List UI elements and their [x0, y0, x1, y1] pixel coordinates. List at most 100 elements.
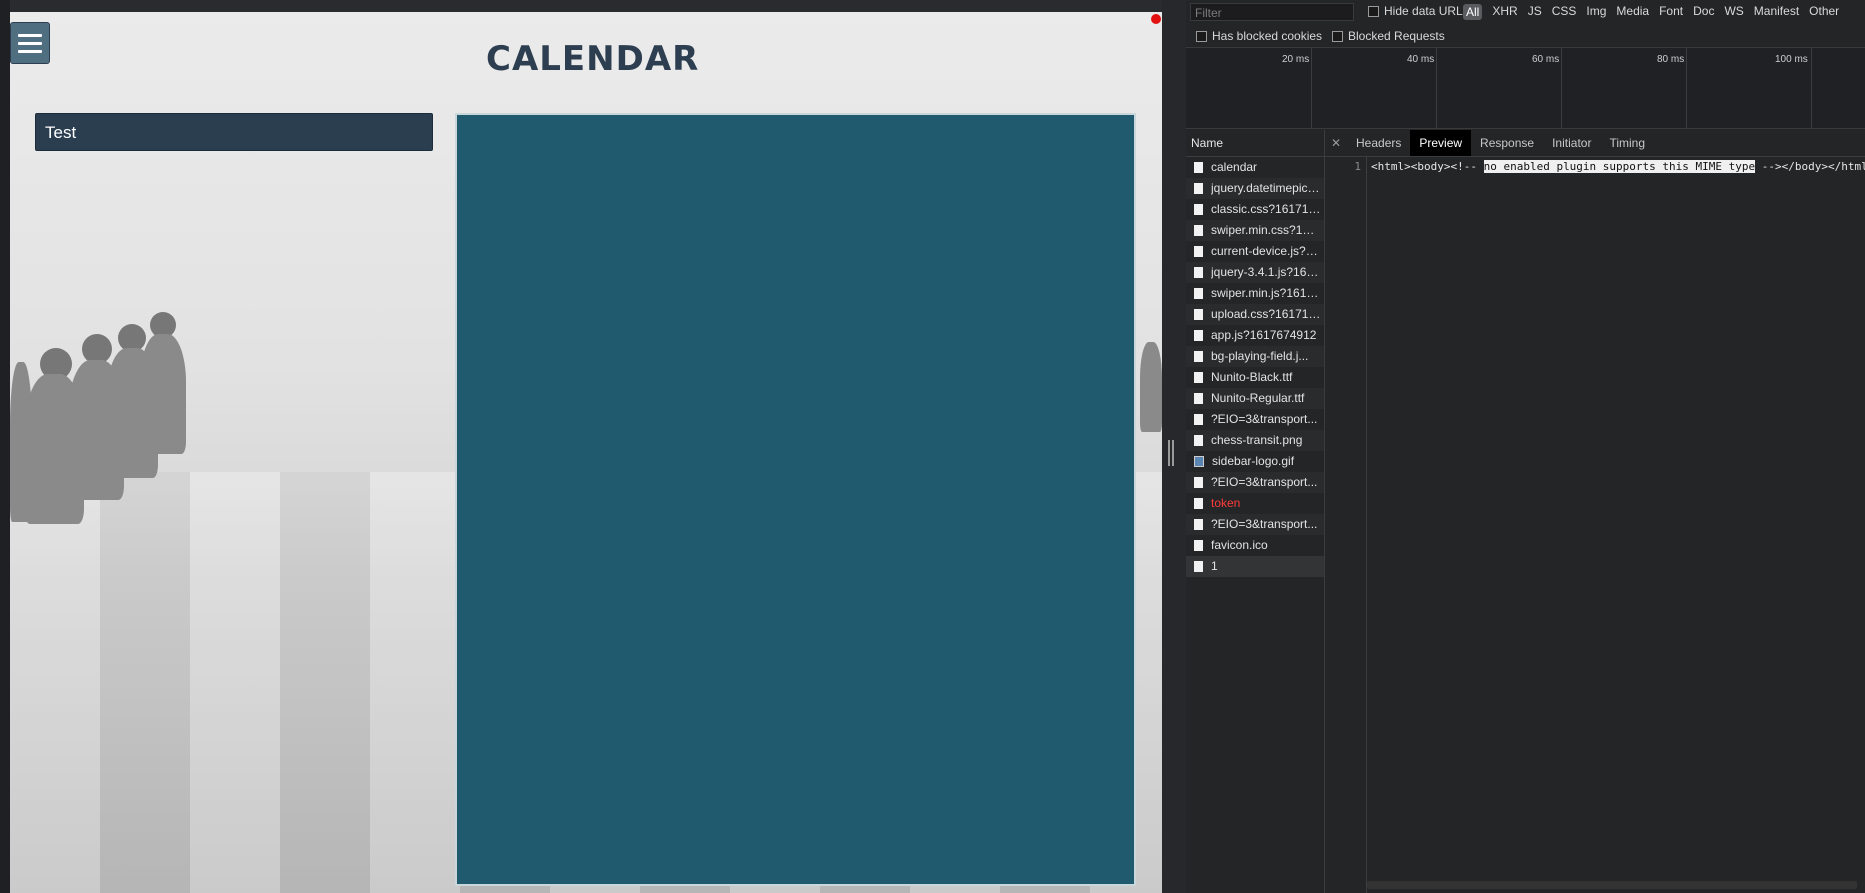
- name-column-header[interactable]: Name: [1186, 130, 1324, 157]
- network-timeline-overview[interactable]: 20 ms 40 ms 60 ms 80 ms 100 ms: [1186, 47, 1865, 129]
- preview-code-view[interactable]: 1 <html><body><!-- no enabled plugin sup…: [1325, 157, 1865, 893]
- timeline-label: 80 ms: [1657, 54, 1685, 65]
- web-page: CALENDAR Test: [10, 12, 1162, 893]
- horizontal-scrollbar[interactable]: [1367, 881, 1857, 889]
- code-prefix: <html><body><!--: [1371, 160, 1484, 173]
- request-row[interactable]: token: [1186, 493, 1324, 514]
- has-blocked-cookies-checkbox[interactable]: Has blocked cookies: [1196, 29, 1322, 43]
- code-suffix: --></body></html>: [1755, 160, 1865, 173]
- document-icon: [1194, 183, 1203, 194]
- resource-type-filters: All XHR JS CSS Img Media Font Doc WS Man…: [1463, 4, 1839, 20]
- request-row[interactable]: calendar: [1186, 157, 1324, 178]
- timeline-tick: [1436, 48, 1437, 128]
- checkbox-icon: [1332, 30, 1343, 42]
- request-row[interactable]: Nunito-Regular.ttf: [1186, 388, 1324, 409]
- timeline-label: 40 ms: [1407, 54, 1435, 65]
- menu-bar-icon: [18, 33, 42, 37]
- filter-css-button[interactable]: CSS: [1552, 4, 1577, 20]
- request-row[interactable]: ?EIO=3&transport...: [1186, 514, 1324, 535]
- filter-media-button[interactable]: Media: [1616, 4, 1649, 20]
- has-blocked-cookies-label: Has blocked cookies: [1212, 29, 1323, 43]
- filter-input[interactable]: Filter: [1190, 3, 1354, 21]
- request-name: jquery.datetimepicker.min.css: [1211, 181, 1321, 195]
- document-icon: [1194, 267, 1203, 278]
- request-name: app.js?1617674912: [1211, 328, 1317, 342]
- browser-top-strip: [0, 0, 1165, 12]
- request-detail-pane: ✕ Headers Preview Response Initiator Tim…: [1325, 130, 1865, 893]
- document-icon: [1194, 519, 1203, 530]
- document-icon: [1194, 372, 1203, 383]
- request-row[interactable]: favicon.ico: [1186, 535, 1324, 556]
- request-row[interactable]: jquery-3.4.1.js?161...: [1186, 262, 1324, 283]
- request-row[interactable]: app.js?1617674912: [1186, 325, 1324, 346]
- request-name: sidebar-logo.gif: [1212, 454, 1295, 468]
- request-row[interactable]: chess-transit.png: [1186, 430, 1324, 451]
- timeline-tick: [1686, 48, 1687, 128]
- calendar-panel[interactable]: [455, 113, 1136, 886]
- request-name: jquery-3.4.1.js?161...: [1211, 265, 1321, 279]
- line-number: 1: [1354, 160, 1361, 173]
- request-row[interactable]: swiper.min.js?1617...: [1186, 283, 1324, 304]
- filter-doc-button[interactable]: Doc: [1693, 4, 1714, 20]
- timeline-tick: [1311, 48, 1312, 128]
- splitter-grip-icon[interactable]: [1168, 440, 1174, 466]
- request-row[interactable]: upload.css?161715...: [1186, 304, 1324, 325]
- request-name: chess-transit.png: [1211, 433, 1303, 447]
- document-icon: [1194, 204, 1203, 215]
- filter-manifest-button[interactable]: Manifest: [1754, 4, 1799, 20]
- request-row[interactable]: current-device.js?1...: [1186, 241, 1324, 262]
- request-row[interactable]: bg-playing-field.j...: [1186, 346, 1324, 367]
- document-icon: [1194, 162, 1203, 173]
- request-row[interactable]: jquery.datetimepicker.min.css: [1186, 178, 1324, 199]
- request-row[interactable]: ?EIO=3&transport...: [1186, 472, 1324, 493]
- tab-preview[interactable]: Preview: [1410, 130, 1472, 156]
- request-row[interactable]: classic.css?1617187...: [1186, 199, 1324, 220]
- filter-font-button[interactable]: Font: [1659, 4, 1683, 20]
- page-title: CALENDAR: [486, 39, 700, 79]
- devtools-splitter[interactable]: [1162, 0, 1186, 893]
- sidebar-item-test[interactable]: Test: [35, 113, 433, 151]
- menu-bar-icon: [18, 41, 42, 45]
- request-name: current-device.js?1...: [1211, 244, 1321, 258]
- filter-xhr-button[interactable]: XHR: [1492, 4, 1517, 20]
- checkbox-icon: [1368, 5, 1379, 17]
- request-name: Nunito-Black.ttf: [1211, 370, 1293, 384]
- request-name-list: Name calendar jquery.datetimepicker.min.c…: [1186, 130, 1325, 893]
- tab-response[interactable]: Response: [1471, 130, 1543, 156]
- document-icon: [1194, 393, 1203, 404]
- tab-timing[interactable]: Timing: [1600, 130, 1654, 156]
- timeline-tick: [1811, 48, 1812, 128]
- blocked-requests-checkbox[interactable]: Blocked Requests: [1332, 29, 1445, 43]
- code-highlight: no enabled plugin supports this MIME typ…: [1483, 160, 1756, 173]
- request-row[interactable]: ?EIO=3&transport...: [1186, 409, 1324, 430]
- timeline-label: 20 ms: [1282, 54, 1310, 65]
- document-icon: [1194, 330, 1203, 341]
- request-row[interactable]: sidebar-logo.gif: [1186, 451, 1324, 472]
- document-icon: [1194, 288, 1203, 299]
- hide-data-urls-checkbox[interactable]: Hide data URLs: [1368, 4, 1469, 18]
- tab-initiator[interactable]: Initiator: [1543, 130, 1600, 156]
- request-row[interactable]: swiper.min.css?161...: [1186, 220, 1324, 241]
- document-icon: [1194, 498, 1203, 509]
- close-icon[interactable]: ✕: [1325, 136, 1347, 150]
- filter-other-button[interactable]: Other: [1809, 4, 1839, 20]
- request-name: Nunito-Regular.ttf: [1211, 391, 1305, 405]
- filter-js-button[interactable]: JS: [1528, 4, 1542, 20]
- request-name: ?EIO=3&transport...: [1211, 475, 1318, 489]
- filter-all-button[interactable]: All: [1463, 4, 1483, 20]
- hamburger-menu-button[interactable]: [10, 22, 50, 64]
- document-icon: [1194, 246, 1203, 257]
- menu-bar-icon: [18, 49, 42, 53]
- filter-img-button[interactable]: Img: [1586, 4, 1606, 20]
- notification-dot: [1151, 14, 1161, 24]
- document-icon: [1194, 225, 1203, 236]
- filter-ws-button[interactable]: WS: [1724, 4, 1743, 20]
- request-name: swiper.min.js?1617...: [1211, 286, 1321, 300]
- request-name: bg-playing-field.j...: [1211, 349, 1309, 363]
- request-name: upload.css?161715...: [1211, 307, 1321, 321]
- document-icon: [1194, 540, 1203, 551]
- request-row[interactable]: 1: [1186, 556, 1324, 577]
- request-name: classic.css?1617187...: [1211, 202, 1321, 216]
- tab-headers[interactable]: Headers: [1347, 130, 1410, 156]
- request-row[interactable]: Nunito-Black.ttf: [1186, 367, 1324, 388]
